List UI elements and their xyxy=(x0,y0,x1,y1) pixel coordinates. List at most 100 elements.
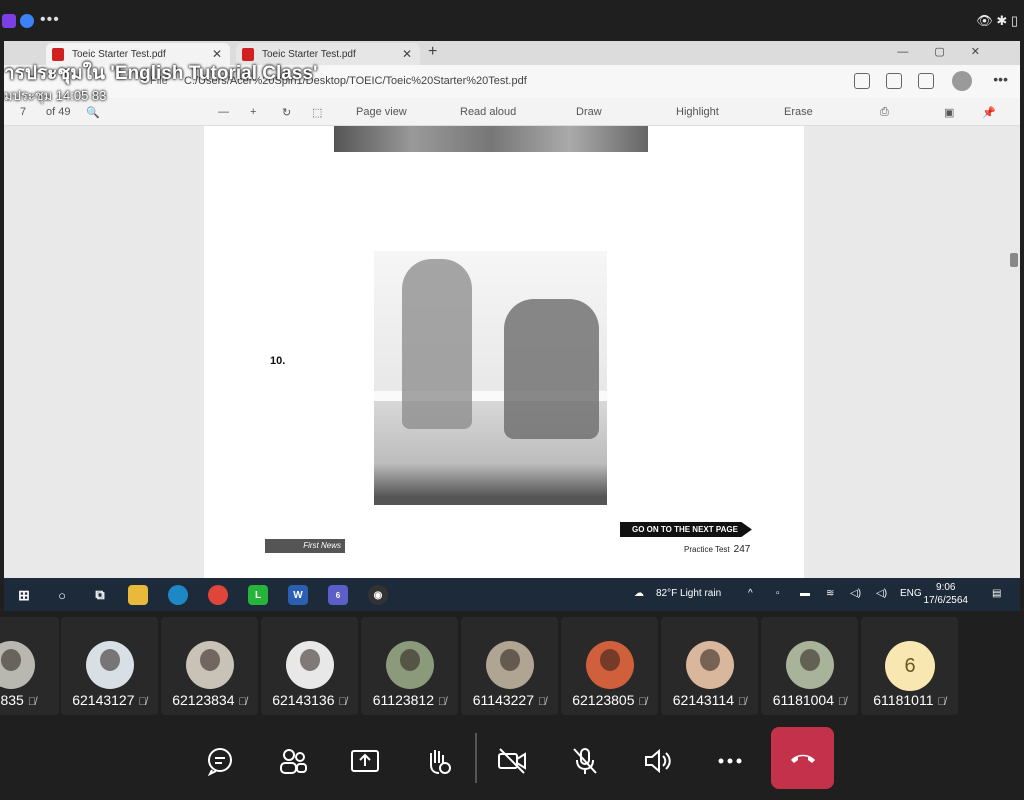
draw-button[interactable]: Draw xyxy=(576,106,602,118)
scrollbar-thumb[interactable] xyxy=(1010,253,1018,267)
participant-tile[interactable]: 62123834 🎙̸ xyxy=(161,617,258,715)
save-icon[interactable]: ▣ xyxy=(944,106,954,119)
participant-name: 61143227 🎙̸ xyxy=(472,692,547,708)
chrome-icon[interactable] xyxy=(208,585,228,605)
participant-name: 61181004 🎙̸ xyxy=(772,692,847,708)
meeting-overlay: ารประชุมใน 'English Tutorial Class' มประ… xyxy=(4,58,464,108)
speaker-icon xyxy=(645,748,671,774)
avatar xyxy=(86,641,134,689)
participant-name: 61123812 🎙̸ xyxy=(372,692,447,708)
chat-button[interactable] xyxy=(198,741,242,781)
avatar-initial: 6 xyxy=(885,641,935,691)
word-icon[interactable]: W xyxy=(288,585,308,605)
notification-icon[interactable]: ▤ xyxy=(992,588,1001,599)
page-footer: Practice Test 247 xyxy=(684,544,750,555)
edge-icon[interactable] xyxy=(168,585,188,605)
weather-icon[interactable]: ☁ xyxy=(634,588,644,599)
weather-text[interactable]: 82°F Light rain xyxy=(656,588,721,599)
phone-hangup-icon xyxy=(790,754,815,763)
participant-name: 61181011 🎙̸ xyxy=(873,692,946,708)
camera-button[interactable] xyxy=(490,741,534,781)
participant-name: 62143114 🎙̸ xyxy=(672,692,747,708)
participant-tile[interactable]: 6 61181011 🎙̸ xyxy=(861,617,958,715)
participant-tile[interactable]: 61143227 🎙̸ xyxy=(461,617,558,715)
hang-up-button[interactable] xyxy=(771,727,834,789)
participant-tile[interactable]: 62123805 🎙̸ xyxy=(561,617,658,715)
reactions-button[interactable] xyxy=(416,741,460,781)
go-on-banner: GO ON TO THE NEXT PAGE xyxy=(620,522,752,537)
avatar xyxy=(686,641,734,689)
participant-tile[interactable]: 62143136 🎙̸ xyxy=(261,617,358,715)
share-button[interactable] xyxy=(343,741,387,781)
participant-tile[interactable]: 23835🎙̸ xyxy=(0,617,59,715)
teams-icon[interactable]: 6 xyxy=(328,585,348,605)
participant-tile[interactable]: 62143127 🎙̸ xyxy=(61,617,158,715)
mic-off-icon: 🎙̸ xyxy=(338,696,347,708)
wifi-icon[interactable]: ≋ xyxy=(826,588,834,599)
question-number: 10. xyxy=(270,355,286,367)
photo-person xyxy=(504,299,599,439)
more-icon[interactable]: ••• xyxy=(40,11,60,29)
question-photo xyxy=(374,251,607,505)
avatar xyxy=(286,641,334,689)
window-controls[interactable]: —▢✕ xyxy=(897,45,1006,58)
speaker-icon[interactable]: ◁) xyxy=(876,588,887,599)
meeting-top-bar: ••• 👁 ✱ ▯ xyxy=(0,0,1024,40)
collections-icon[interactable] xyxy=(918,73,934,89)
recorder-icon[interactable]: ◉ xyxy=(368,585,388,605)
volume-icon[interactable]: ◁) xyxy=(850,588,861,599)
participant-name: 62143127 🎙̸ xyxy=(72,692,147,708)
participant-tile[interactable]: 61123812 🎙̸ xyxy=(361,617,458,715)
clock-date: 17/6/2564 xyxy=(923,595,969,606)
erase-button[interactable]: Erase xyxy=(784,106,813,118)
file-explorer-icon[interactable] xyxy=(128,585,148,605)
participants-button[interactable] xyxy=(271,741,315,781)
windows-start-icon[interactable]: ⊞ xyxy=(14,585,34,605)
language-indicator[interactable]: ENG xyxy=(900,588,922,599)
meeting-title: ารประชุมใน 'English Tutorial Class' xyxy=(4,63,318,84)
participant-tile[interactable]: 61181004 🎙̸ xyxy=(761,617,858,715)
task-view-icon[interactable]: ⧉ xyxy=(90,585,110,605)
avatar xyxy=(786,641,834,689)
participant-strip: 23835🎙̸ 62143127🎙̸ 62123834🎙̸ 62143136🎙̸… xyxy=(0,615,1024,715)
pdf-viewer[interactable]: 10. GO ON TO THE NEXT PAGE Practice Test… xyxy=(4,126,1020,578)
shared-screen: Toeic Starter Test.pdf ✕ Toeic Starter T… xyxy=(4,41,1020,611)
raise-hand-icon xyxy=(430,750,451,774)
share-screen-icon xyxy=(351,750,379,772)
divider xyxy=(475,733,477,783)
previous-photo xyxy=(334,126,648,152)
browser-icon[interactable] xyxy=(20,14,34,28)
battery-icon[interactable]: ▬ xyxy=(800,588,810,599)
mic-off-icon xyxy=(573,748,597,774)
avatar xyxy=(486,641,534,689)
search-icon[interactable]: ○ xyxy=(52,585,72,605)
page-number: 247 xyxy=(733,544,751,555)
clock-time: 9:06 xyxy=(936,582,956,593)
favorite-icon[interactable] xyxy=(854,73,870,89)
more-icon[interactable]: ••• xyxy=(993,71,1008,87)
pdf-page: 10. GO ON TO THE NEXT PAGE Practice Test… xyxy=(204,126,804,578)
speaker-button[interactable] xyxy=(636,741,680,781)
profile-avatar[interactable] xyxy=(952,71,972,91)
app-icon[interactable] xyxy=(2,14,16,28)
mic-off-icon: 🎙̸ xyxy=(738,696,747,708)
notification-badge: 6 xyxy=(335,590,341,600)
participant-name: 62123805 🎙̸ xyxy=(572,692,647,708)
line-icon[interactable]: L xyxy=(248,585,268,605)
pin-icon[interactable]: 📌 xyxy=(982,106,996,119)
favorites-bar-icon[interactable] xyxy=(886,73,902,89)
participant-name: 23835🎙̸ xyxy=(0,692,37,708)
more-options-button[interactable] xyxy=(708,741,752,781)
windows-taskbar: ⊞ ○ ⧉ L W 6 ◉ ☁ 82°F Light rain ^ ▫ ▬ ≋ … xyxy=(4,578,1020,611)
highlight-button[interactable]: Highlight xyxy=(676,106,719,118)
print-icon[interactable]: ⎙ xyxy=(880,106,889,119)
mic-off-icon: 🎙̸ xyxy=(438,696,447,708)
taskbar-clock[interactable]: 9:06 17/6/2564 xyxy=(924,581,969,607)
participant-name: 62143136 🎙̸ xyxy=(272,692,347,708)
chevron-up-icon[interactable]: ^ xyxy=(748,588,753,599)
mic-button[interactable] xyxy=(563,741,607,781)
read-aloud-button[interactable]: Read aloud xyxy=(460,106,516,118)
meet-icon[interactable]: ▫ xyxy=(776,588,780,599)
participant-tile[interactable]: 62143114 🎙̸ xyxy=(661,617,758,715)
mic-off-icon: 🎙̸ xyxy=(838,696,847,708)
